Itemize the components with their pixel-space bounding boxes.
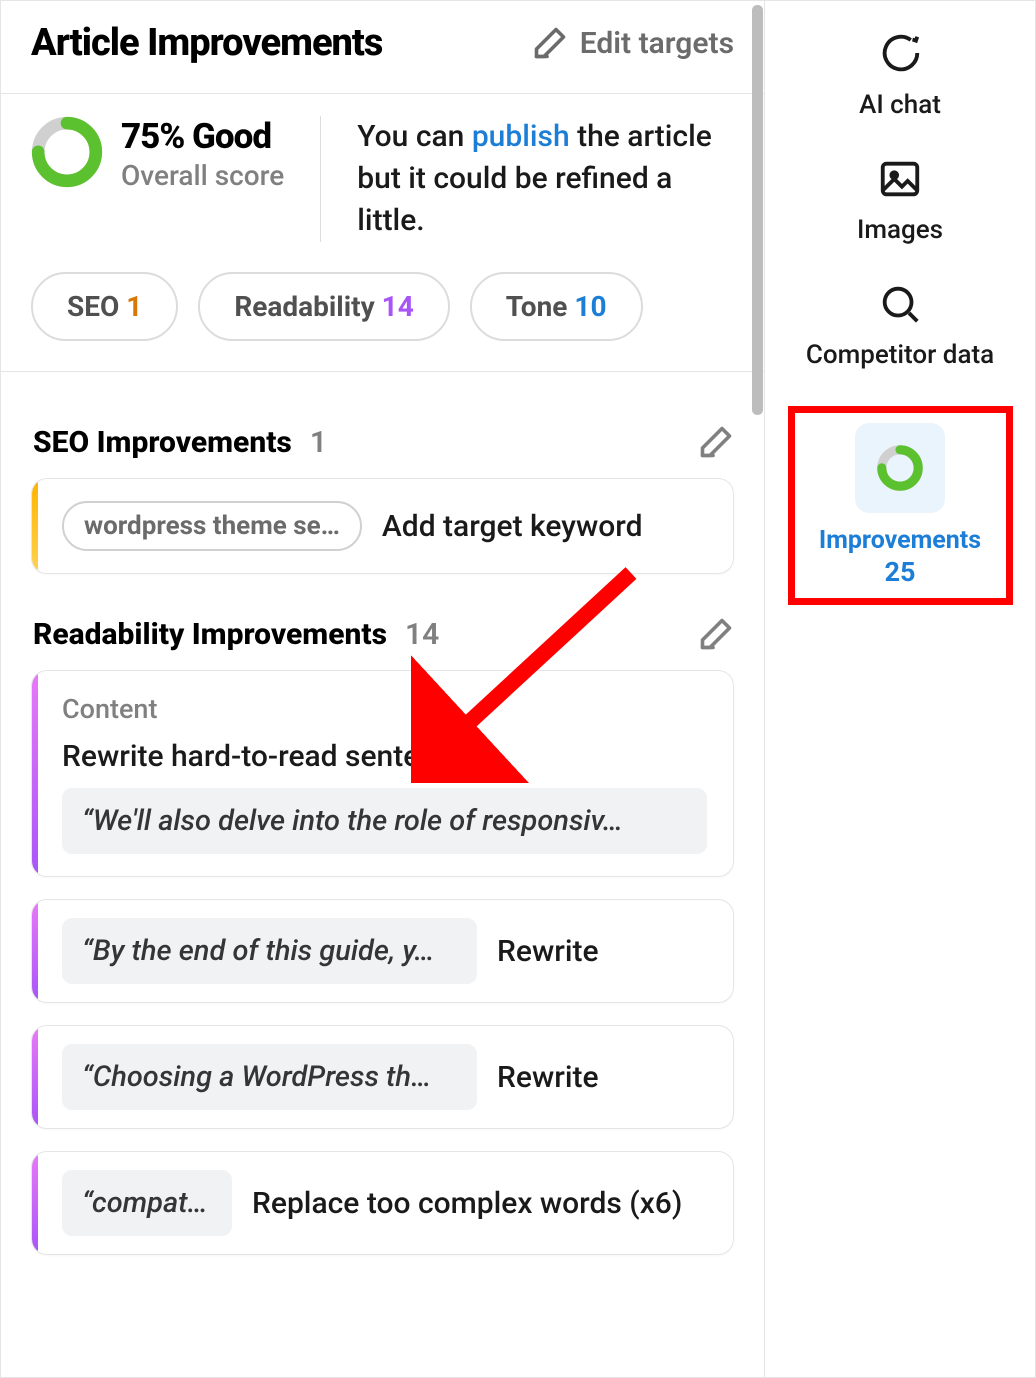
seo-card[interactable]: wordpress theme se… Add target keyword [31, 478, 734, 574]
sidebar-label: Competitor data [806, 341, 994, 371]
scrollbar[interactable] [752, 5, 763, 415]
filter-pills: SEO 1 Readability 14 Tone 10 [31, 272, 734, 341]
card-quote: “By the end of this guide, y… [62, 918, 477, 984]
pill-readability[interactable]: Readability 14 [198, 272, 449, 341]
header: Article Improvements Edit targets [1, 1, 764, 94]
card-action: Rewrite [497, 934, 599, 969]
readability-card-4[interactable]: “compati… Replace too complex words (x6) [31, 1151, 734, 1255]
card-quote: “compati… [62, 1170, 232, 1236]
score-donut-icon [31, 116, 103, 188]
divider [320, 116, 321, 242]
seo-section-count: 1 [310, 425, 327, 460]
card-quote: “We'll also delve into the role of respo… [62, 788, 707, 854]
edit-targets-label: Edit targets [580, 26, 734, 61]
chat-icon [877, 31, 923, 77]
readability-card-1[interactable]: Content Rewrite hard-to-read sentences. … [31, 670, 734, 877]
score-message: You can publish the article but it could… [357, 116, 734, 242]
improvements-count: 25 [801, 556, 1000, 590]
improvements-badge [855, 423, 945, 513]
score-subtitle: Overall score [121, 159, 284, 192]
readability-section-header: Readability Improvements 14 [33, 616, 734, 652]
card-accent [32, 671, 38, 876]
seo-card-action: Add target keyword [382, 509, 643, 544]
main-panel: Article Improvements Edit targets 75% Go… [1, 1, 765, 1377]
readability-edit-icon[interactable] [698, 616, 734, 652]
card-action: Replace too complex words (x6) [252, 1186, 682, 1221]
pencil-icon [532, 25, 568, 61]
seo-section-header: SEO Improvements 1 [33, 424, 734, 460]
content-area: SEO Improvements 1 wordpress theme se… A… [1, 372, 764, 1285]
search-icon [877, 281, 923, 327]
card-accent [32, 1152, 38, 1254]
seo-edit-icon[interactable] [698, 424, 734, 460]
sidebar-label: Images [857, 216, 943, 246]
card-accent [32, 1026, 38, 1128]
card-action: Rewrite [497, 1060, 599, 1095]
donut-icon [874, 442, 926, 494]
sidebar-item-improvements[interactable]: Improvements 25 [788, 406, 1013, 605]
improvements-label: Improvements [819, 526, 981, 555]
readability-section-title: Readability Improvements [33, 617, 387, 652]
seo-section-title: SEO Improvements [33, 425, 292, 460]
image-icon [877, 156, 923, 202]
card-accent [32, 900, 38, 1002]
sidebar-item-images[interactable]: Images [765, 156, 1035, 246]
sidebar-item-competitor[interactable]: Competitor data [765, 281, 1035, 371]
readability-card-2[interactable]: “By the end of this guide, y… Rewrite [31, 899, 734, 1003]
keyword-chip[interactable]: wordpress theme se… [62, 501, 362, 551]
card-quote: “Choosing a WordPress th… [62, 1044, 477, 1110]
pill-tone[interactable]: Tone 10 [470, 272, 643, 341]
card-heading: Rewrite hard-to-read sentences. [54, 739, 707, 774]
sidebar-label: AI chat [859, 91, 941, 121]
sidebar: AI chat Images Competitor data Improveme… [765, 1, 1035, 1377]
publish-link[interactable]: publish [472, 119, 570, 154]
card-subtitle: Content [54, 693, 707, 725]
score-value: 75% Good [121, 116, 284, 157]
seo-card-accent [32, 479, 38, 573]
page-title: Article Improvements [31, 21, 382, 65]
edit-targets-button[interactable]: Edit targets [532, 25, 734, 61]
pill-seo[interactable]: SEO 1 [31, 272, 178, 341]
readability-card-3[interactable]: “Choosing a WordPress th… Rewrite [31, 1025, 734, 1129]
sidebar-item-ai-chat[interactable]: AI chat [765, 31, 1035, 121]
readability-section-count: 14 [405, 617, 439, 652]
score-section: 75% Good Overall score You can publish t… [1, 94, 764, 372]
